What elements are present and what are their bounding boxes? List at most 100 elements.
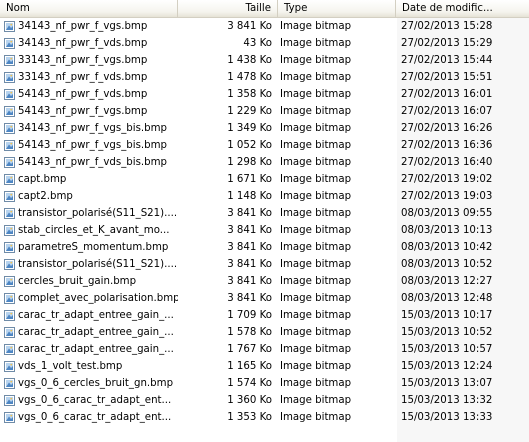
- file-row[interactable]: 54143_nf_pwr_f_vds.bmp 1 358 Ko Image bi…: [0, 86, 529, 103]
- file-type: Image bitmap: [280, 327, 352, 338]
- file-name: transistor_polarisé(S11_S21)....: [18, 259, 178, 270]
- file-row[interactable]: transistor_polarisé(S11_S21).... 3 841 K…: [0, 256, 529, 273]
- file-size: 3 841 Ko: [227, 242, 272, 253]
- file-date: 27/02/2013 15:51: [401, 72, 493, 83]
- file-date: 15/03/2013 13:33: [401, 412, 493, 423]
- file-row[interactable]: carac_tr_adapt_entree_gain_... 1 578 Ko …: [0, 324, 529, 341]
- file-type: Image bitmap: [280, 361, 352, 372]
- column-header-type[interactable]: Type: [278, 0, 396, 17]
- file-name: complet_avec_polarisation.bmp: [18, 293, 178, 304]
- file-row[interactable]: vgs_0_6_carac_tr_adapt_ent... 1 360 Ko I…: [0, 392, 529, 409]
- file-size: 1 360 Ko: [227, 395, 272, 406]
- file-name: 33143_nf_pwr_f_vgs.bmp: [18, 55, 148, 66]
- file-list: 34143_nf_pwr_f_vgs.bmp 3 841 Ko Image bi…: [0, 18, 529, 426]
- file-size: 1 578 Ko: [227, 327, 272, 338]
- file-date: 08/03/2013 09:55: [401, 208, 493, 219]
- file-row[interactable]: carac_tr_adapt_entree_gain_... 1 767 Ko …: [0, 341, 529, 358]
- file-row[interactable]: 34143_nf_pwr_f_vgs.bmp 3 841 Ko Image bi…: [0, 18, 529, 35]
- file-size: 1 438 Ko: [227, 55, 272, 66]
- file-row[interactable]: cercles_bruit_gain.bmp 3 841 Ko Image bi…: [0, 273, 529, 290]
- file-row[interactable]: capt.bmp 1 671 Ko Image bitmap 27/02/201…: [0, 171, 529, 188]
- file-name: carac_tr_adapt_entree_gain_...: [18, 327, 174, 338]
- bitmap-file-icon: [4, 361, 15, 372]
- file-date: 15/03/2013 10:52: [401, 327, 493, 338]
- file-type: Image bitmap: [280, 344, 352, 355]
- file-row[interactable]: complet_avec_polarisation.bmp 3 841 Ko I…: [0, 290, 529, 307]
- file-date: 08/03/2013 12:27: [401, 276, 493, 287]
- file-date: 15/03/2013 13:32: [401, 395, 493, 406]
- file-name: capt.bmp: [18, 174, 67, 185]
- file-row[interactable]: parametreS_momentum.bmp 3 841 Ko Image b…: [0, 239, 529, 256]
- file-size: 1 478 Ko: [227, 72, 272, 83]
- file-date: 27/02/2013 15:29: [401, 38, 493, 49]
- bitmap-file-icon: [4, 225, 15, 236]
- file-row[interactable]: 54143_nf_pwr_f_vds_bis.bmp 1 298 Ko Imag…: [0, 154, 529, 171]
- file-type: Image bitmap: [280, 276, 352, 287]
- bitmap-file-icon: [4, 157, 15, 168]
- file-type: Image bitmap: [280, 72, 352, 83]
- bitmap-file-icon: [4, 412, 15, 423]
- file-type: Image bitmap: [280, 174, 352, 185]
- file-row[interactable]: 54143_nf_pwr_f_vgs_bis.bmp 1 052 Ko Imag…: [0, 137, 529, 154]
- file-name: vgs_0_6_carac_tr_adapt_ent...: [18, 395, 172, 406]
- column-header-size[interactable]: Taille: [178, 0, 278, 17]
- file-date: 27/02/2013 16:40: [401, 157, 493, 168]
- column-header-name[interactable]: Nom: [0, 0, 178, 17]
- file-name: transistor_polarisé(S11_S21)....: [18, 208, 178, 219]
- file-row[interactable]: 54143_nf_pwr_f_vgs.bmp 1 229 Ko Image bi…: [0, 103, 529, 120]
- file-row[interactable]: 34143_nf_pwr_f_vds.bmp 43 Ko Image bitma…: [0, 35, 529, 52]
- file-type: Image bitmap: [280, 378, 352, 389]
- bitmap-file-icon: [4, 191, 15, 202]
- file-size: 1 229 Ko: [227, 106, 272, 117]
- bitmap-file-icon: [4, 123, 15, 134]
- file-size: 3 841 Ko: [227, 208, 272, 219]
- file-row[interactable]: 33143_nf_pwr_f_vgs.bmp 1 438 Ko Image bi…: [0, 52, 529, 69]
- file-size: 3 841 Ko: [227, 276, 272, 287]
- file-row[interactable]: transistor_polarisé(S11_S21).... 3 841 K…: [0, 205, 529, 222]
- file-row[interactable]: 33143_nf_pwr_f_vds.bmp 1 478 Ko Image bi…: [0, 69, 529, 86]
- file-row[interactable]: vgs_0_6_cercles_bruit_gn.bmp 1 574 Ko Im…: [0, 375, 529, 392]
- file-size: 1 358 Ko: [227, 89, 272, 100]
- column-header-bar: Nom Taille Type Date de modific...: [0, 0, 529, 18]
- bitmap-file-icon: [4, 259, 15, 270]
- bitmap-file-icon: [4, 395, 15, 406]
- file-type: Image bitmap: [280, 293, 352, 304]
- file-date: 15/03/2013 10:57: [401, 344, 493, 355]
- file-size: 1 353 Ko: [227, 412, 272, 423]
- file-name: 33143_nf_pwr_f_vds.bmp: [18, 72, 148, 83]
- file-row[interactable]: 34143_nf_pwr_f_vgs_bis.bmp 1 349 Ko Imag…: [0, 120, 529, 137]
- file-row[interactable]: carac_tr_adapt_entree_gain_... 1 709 Ko …: [0, 307, 529, 324]
- file-size: 1 671 Ko: [227, 174, 272, 185]
- file-date: 27/02/2013 16:01: [401, 89, 493, 100]
- file-size: 1 298 Ko: [227, 157, 272, 168]
- file-type: Image bitmap: [280, 225, 352, 236]
- file-name: 54143_nf_pwr_f_vgs.bmp: [18, 106, 148, 117]
- bitmap-file-icon: [4, 378, 15, 389]
- bitmap-file-icon: [4, 174, 15, 185]
- file-row[interactable]: stab_circles_et_K_avant_mo... 3 841 Ko I…: [0, 222, 529, 239]
- file-name: carac_tr_adapt_entree_gain_...: [18, 344, 174, 355]
- file-date: 08/03/2013 10:42: [401, 242, 493, 253]
- file-size: 3 841 Ko: [227, 293, 272, 304]
- bitmap-file-icon: [4, 72, 15, 83]
- file-size: 1 148 Ko: [227, 191, 272, 202]
- file-size: 1 052 Ko: [227, 140, 272, 151]
- file-row[interactable]: capt2.bmp 1 148 Ko Image bitmap 27/02/20…: [0, 188, 529, 205]
- file-name: 54143_nf_pwr_f_vgs_bis.bmp: [18, 140, 167, 151]
- file-size: 1 767 Ko: [227, 344, 272, 355]
- file-name: carac_tr_adapt_entree_gain_...: [18, 310, 174, 321]
- file-name: 54143_nf_pwr_f_vds_bis.bmp: [18, 157, 167, 168]
- file-name: 34143_nf_pwr_f_vgs.bmp: [18, 21, 148, 32]
- column-header-date[interactable]: Date de modific...: [396, 0, 529, 17]
- file-row[interactable]: vds_1_volt_test.bmp 1 165 Ko Image bitma…: [0, 358, 529, 375]
- bitmap-file-icon: [4, 106, 15, 117]
- file-date: 27/02/2013 15:28: [401, 21, 493, 32]
- file-date: 27/02/2013 19:03: [401, 191, 493, 202]
- file-date: 15/03/2013 13:07: [401, 378, 493, 389]
- file-row[interactable]: vgs_0_6_carac_tr_adapt_ent... 1 353 Ko I…: [0, 409, 529, 426]
- bitmap-file-icon: [4, 55, 15, 66]
- file-type: Image bitmap: [280, 38, 352, 49]
- file-type: Image bitmap: [280, 89, 352, 100]
- file-size: 3 841 Ko: [227, 225, 272, 236]
- file-date: 27/02/2013 15:44: [401, 55, 493, 66]
